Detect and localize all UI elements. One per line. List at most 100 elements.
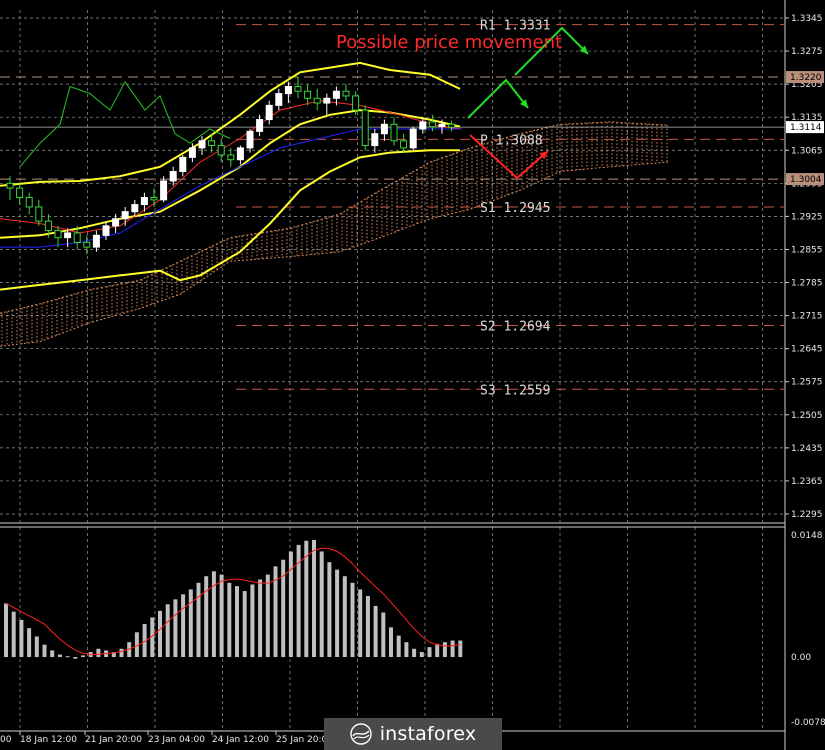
histogram-bar — [42, 644, 47, 658]
histogram-bar — [181, 594, 186, 658]
candle-body — [256, 119, 264, 132]
candle-body — [131, 204, 139, 213]
candle-body — [54, 230, 62, 239]
histogram-bar — [327, 562, 332, 658]
candle-body — [409, 128, 417, 149]
price-marker-label: 1.3220 — [790, 73, 822, 83]
histogram-bar — [319, 551, 324, 658]
price-tick-label: 1.2435 — [791, 444, 823, 454]
histogram-bar — [227, 582, 232, 658]
pivot-label-s1: S1 1.2945 — [480, 201, 550, 216]
candle-body — [121, 211, 129, 220]
oscillator-panel — [4, 539, 463, 659]
candle-body — [198, 140, 206, 149]
histogram-bar — [50, 650, 55, 658]
candle-body — [380, 123, 388, 135]
histogram-bar — [235, 586, 239, 658]
histogram-bar — [350, 582, 355, 658]
brand-name: instaforex — [379, 723, 477, 745]
candle-body — [332, 90, 340, 99]
time-tick-label: 23 Jan 04:00 — [148, 735, 205, 745]
chikou-span — [19, 80, 231, 168]
histogram-bar — [419, 652, 424, 658]
histogram-bar — [65, 656, 70, 658]
price-chart[interactable]: R1 1.3331P 1.3088S1 1.2945S2 1.2694S3 1.… — [0, 0, 825, 750]
candle-body — [169, 171, 177, 182]
histogram-bar — [304, 540, 309, 658]
candle-body — [419, 121, 427, 130]
histogram-bar — [158, 610, 162, 658]
pivot-label-s2: S2 1.2694 — [480, 320, 551, 335]
candle-body — [227, 154, 235, 161]
price-tick-label: 1.3275 — [791, 47, 823, 57]
candle-body — [304, 90, 312, 99]
histogram-bar — [389, 627, 393, 658]
price-tick-label: 1.2855 — [791, 245, 823, 255]
price-tick-label: 1.2505 — [791, 411, 823, 421]
time-tick-label: 18 Jan 12:00 — [20, 735, 77, 745]
histogram-bar — [188, 589, 193, 658]
histogram-bar — [412, 648, 417, 658]
candle-body — [246, 130, 254, 149]
candle-body — [313, 97, 321, 104]
forecast-up-arrow-1 — [467, 78, 529, 119]
indicator-lines — [0, 61, 463, 291]
candle-body — [438, 123, 446, 128]
ichimoku-cloud — [0, 121, 669, 347]
current-price-label: 1.3114 — [790, 123, 822, 133]
candle-body — [265, 104, 273, 121]
candle-body — [323, 97, 331, 104]
histogram-bar — [27, 628, 32, 658]
histogram-bar — [196, 582, 201, 658]
histogram-bar — [96, 648, 101, 658]
histogram-bar — [34, 636, 39, 658]
histogram-bar — [250, 584, 255, 658]
price-tick-label: 1.2365 — [791, 477, 823, 487]
histogram-bar — [204, 576, 209, 658]
candle-body — [73, 232, 81, 243]
candle-body — [188, 147, 196, 158]
time-tick-label: 00 — [0, 735, 12, 745]
histogram-bar — [173, 599, 178, 658]
price-tick-label: 1.2925 — [791, 212, 823, 222]
candle-body — [448, 123, 456, 128]
histogram-bar — [373, 605, 378, 658]
candlesticks — [6, 77, 456, 255]
candle-body — [361, 109, 369, 147]
histogram-bar — [435, 643, 440, 658]
candle-body — [179, 156, 187, 173]
candle-body — [140, 197, 148, 206]
candle-body — [83, 241, 91, 248]
histogram-bar — [219, 574, 224, 658]
candle-body — [6, 182, 14, 189]
histogram-bar — [458, 640, 463, 658]
histogram-bar — [312, 539, 316, 658]
candle-body — [160, 180, 168, 201]
histogram-bar — [358, 589, 363, 658]
instaforex-logo[interactable]: instaforex — [324, 718, 502, 750]
histogram-bar — [396, 635, 401, 658]
histogram-bar — [342, 576, 347, 658]
time-axis: 00 18 Jan 12:00 21 Jan 20:00 23 Jan 04:00 24… — [0, 731, 333, 745]
histogram-bar — [288, 551, 293, 658]
histogram-bar — [165, 604, 170, 658]
instaforex-logo-icon — [349, 723, 372, 745]
histogram-bar — [11, 611, 16, 658]
histogram-bar — [381, 612, 386, 658]
histogram-bar — [427, 647, 432, 658]
histogram-bar — [404, 642, 409, 658]
candle-body — [236, 147, 244, 161]
candle-body — [150, 197, 158, 201]
candle-body — [16, 187, 24, 199]
candle-body — [284, 85, 292, 95]
histogram-bar — [242, 591, 247, 658]
candle-body — [342, 90, 350, 97]
histogram-bar — [19, 619, 24, 658]
candle-body — [371, 133, 379, 147]
time-tick-label: 21 Jan 20:00 — [85, 735, 142, 745]
candle-body — [112, 218, 120, 227]
histogram-bar — [211, 571, 216, 658]
price-marker-label: 1.3004 — [790, 175, 822, 185]
candle-body — [92, 234, 100, 248]
candle-body — [275, 93, 283, 106]
